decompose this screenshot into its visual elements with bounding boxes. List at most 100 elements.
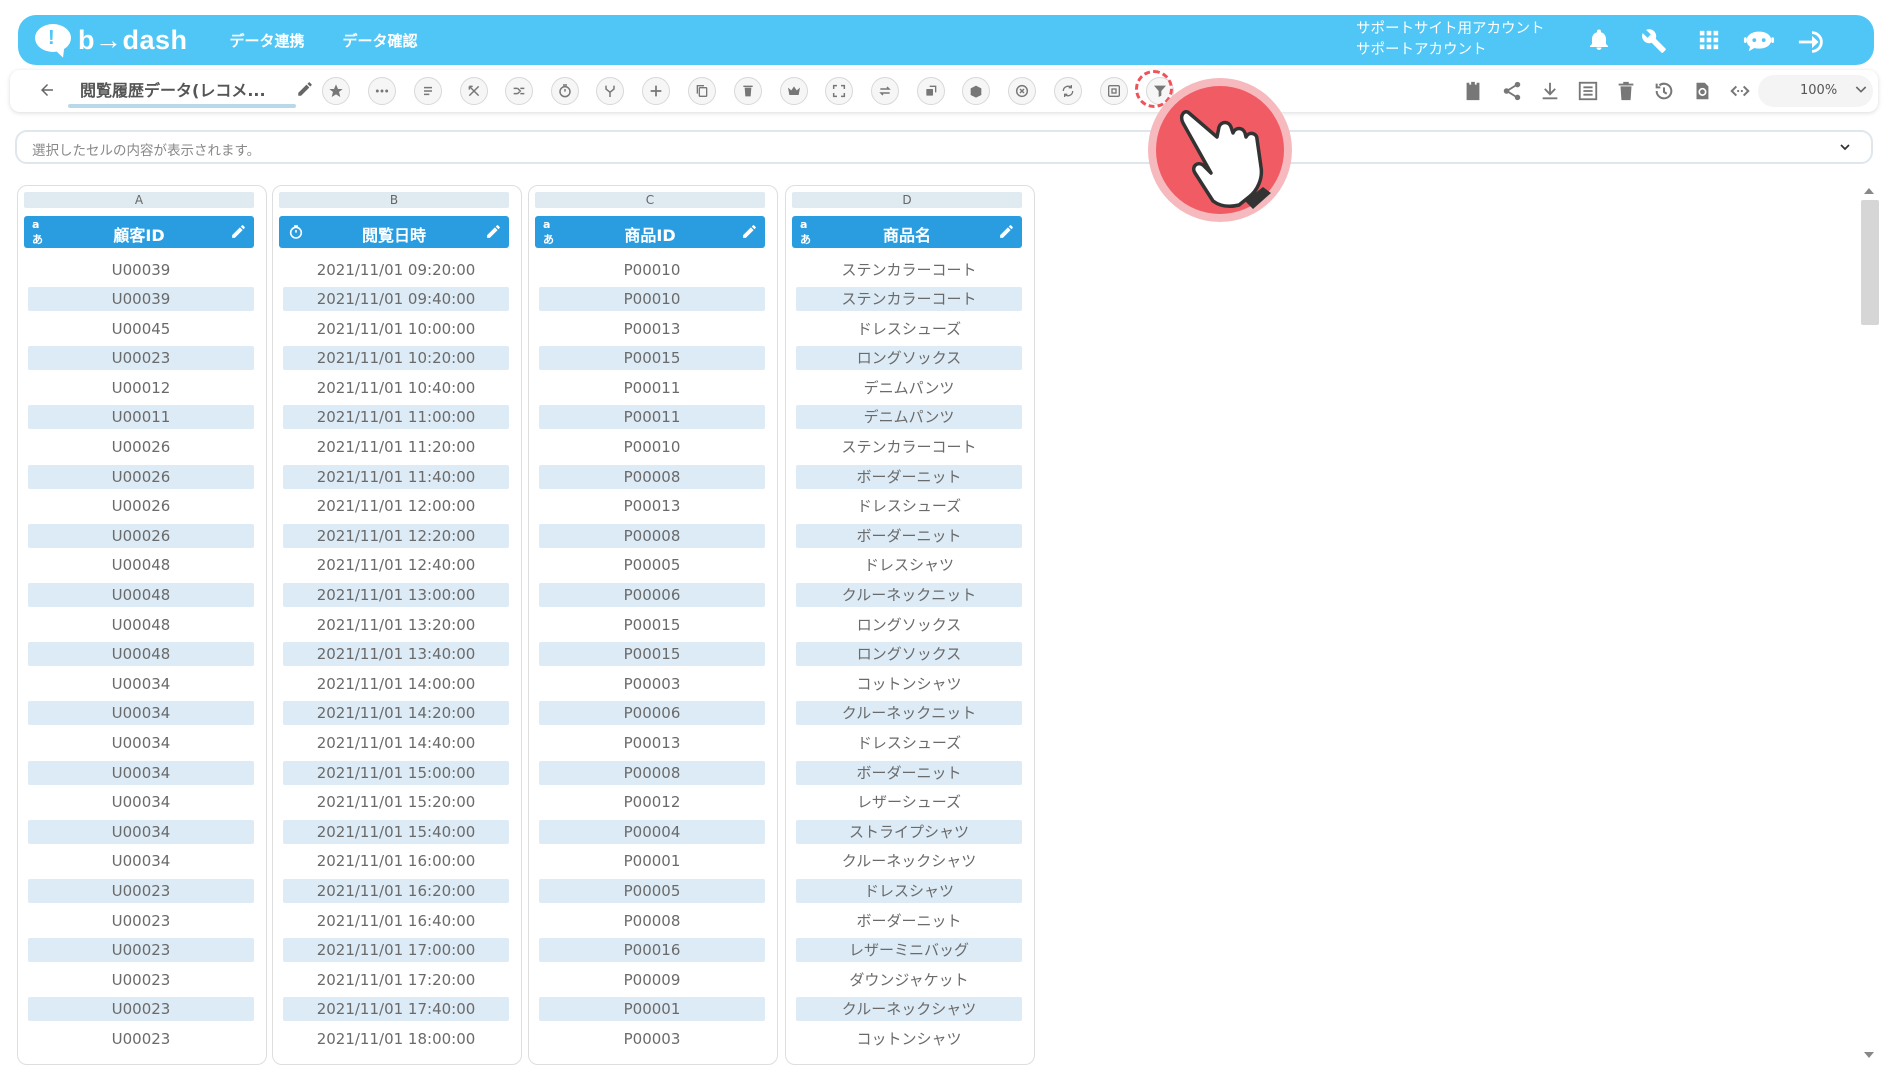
lines-icon[interactable]	[414, 77, 442, 105]
table-row[interactable]: 2021/11/01 14:20:00	[283, 699, 509, 729]
table-row[interactable]: 2021/11/01 15:20:00	[283, 788, 509, 818]
table-row[interactable]: クルーネックシャツ	[796, 847, 1022, 877]
bell-icon[interactable]	[1586, 27, 1612, 53]
table-row[interactable]: P00008	[539, 906, 765, 936]
clipboard-icon[interactable]	[1460, 78, 1486, 104]
table-row[interactable]: P00013	[539, 492, 765, 522]
table-row[interactable]: U00026	[28, 433, 254, 463]
table-row[interactable]: P00005	[539, 876, 765, 906]
table-row[interactable]: U00023	[28, 995, 254, 1025]
table-row[interactable]: U00034	[28, 817, 254, 847]
table-row[interactable]: U00034	[28, 669, 254, 699]
download-icon[interactable]	[1537, 78, 1563, 104]
scroll-down-arrow[interactable]	[1864, 1052, 1874, 1058]
table-row[interactable]: U00011	[28, 403, 254, 433]
table-row[interactable]: P00011	[539, 403, 765, 433]
table-row[interactable]: 2021/11/01 12:00:00	[283, 492, 509, 522]
table-row[interactable]: P00001	[539, 995, 765, 1025]
table-row[interactable]: U00026	[28, 521, 254, 551]
table-row[interactable]: ドレスシューズ	[796, 492, 1022, 522]
table-row[interactable]: P00005	[539, 551, 765, 581]
table-row[interactable]: 2021/11/01 13:20:00	[283, 610, 509, 640]
edit-pencil-icon[interactable]	[485, 223, 502, 240]
table-row[interactable]: ボーダーニット	[796, 521, 1022, 551]
table-row[interactable]: クルーネックシャツ	[796, 995, 1022, 1025]
table-row[interactable]: 2021/11/01 12:20:00	[283, 521, 509, 551]
table-row[interactable]: 2021/11/01 18:00:00	[283, 1024, 509, 1054]
replace-icon[interactable]	[917, 77, 945, 105]
table-row[interactable]: ドレスシャツ	[796, 551, 1022, 581]
share-icon[interactable]	[1499, 78, 1525, 104]
table-row[interactable]: レザーシューズ	[796, 788, 1022, 818]
table-row[interactable]: ボーダーニット	[796, 906, 1022, 936]
list-icon[interactable]	[1575, 78, 1601, 104]
table-row[interactable]: U00048	[28, 581, 254, 611]
convert-icon[interactable]	[1054, 77, 1082, 105]
table-row[interactable]: 2021/11/01 11:00:00	[283, 403, 509, 433]
table-row[interactable]: ダウンジャケット	[796, 965, 1022, 995]
table-row[interactable]: P00006	[539, 581, 765, 611]
table-row[interactable]: クルーネックニット	[796, 581, 1022, 611]
bdash-logo[interactable]: ! b→dash	[35, 24, 188, 60]
edit-pencil-icon[interactable]	[998, 223, 1015, 240]
table-row[interactable]: P00016	[539, 936, 765, 966]
cancel-icon[interactable]	[1008, 77, 1036, 105]
table-row[interactable]: U00039	[28, 255, 254, 285]
scroll-up-arrow[interactable]	[1864, 188, 1874, 194]
box-icon[interactable]	[962, 77, 990, 105]
table-row[interactable]: 2021/11/01 12:40:00	[283, 551, 509, 581]
table-row[interactable]: U00034	[28, 788, 254, 818]
table-row[interactable]: P00013	[539, 314, 765, 344]
table-row[interactable]: P00010	[539, 433, 765, 463]
copy-icon[interactable]	[688, 77, 716, 105]
column-letter[interactable]: A	[24, 192, 254, 208]
back-arrow-icon[interactable]	[36, 79, 58, 101]
table-row[interactable]: ボーダーニット	[796, 758, 1022, 788]
table-row[interactable]: コットンシャツ	[796, 669, 1022, 699]
swap-icon[interactable]	[871, 77, 899, 105]
edit-pencil-icon[interactable]	[230, 223, 247, 240]
table-row[interactable]: ロングソックス	[796, 344, 1022, 374]
table-row[interactable]: ストライプシャツ	[796, 817, 1022, 847]
table-row[interactable]: デニムパンツ	[796, 403, 1022, 433]
column-letter[interactable]: B	[279, 192, 509, 208]
table-row[interactable]: U00045	[28, 314, 254, 344]
table-row[interactable]: P00008	[539, 462, 765, 492]
zoom-select[interactable]: 100%	[1758, 75, 1873, 107]
table-row[interactable]: 2021/11/01 14:00:00	[283, 669, 509, 699]
table-row[interactable]: P00003	[539, 1024, 765, 1054]
chevron-down-icon[interactable]	[1837, 139, 1853, 155]
table-row[interactable]: クルーネックニット	[796, 699, 1022, 729]
table-row[interactable]: デニムパンツ	[796, 373, 1022, 403]
nav-data-integration[interactable]: データ連携	[230, 30, 305, 51]
table-row[interactable]: U00023	[28, 906, 254, 936]
table-row[interactable]: 2021/11/01 13:40:00	[283, 640, 509, 670]
column-header[interactable]: 閲覧日時	[279, 216, 509, 248]
table-row[interactable]: P00001	[539, 847, 765, 877]
table-row[interactable]: 2021/11/01 11:20:00	[283, 433, 509, 463]
table-row[interactable]: 2021/11/01 15:40:00	[283, 817, 509, 847]
table-row[interactable]: U00023	[28, 936, 254, 966]
nav-data-check[interactable]: データ確認	[343, 30, 418, 51]
crown-icon[interactable]	[780, 77, 808, 105]
table-row[interactable]: ドレスシャツ	[796, 876, 1022, 906]
table-row[interactable]: 2021/11/01 09:20:00	[283, 255, 509, 285]
logout-icon[interactable]	[1796, 27, 1828, 57]
table-row[interactable]: U00039	[28, 285, 254, 315]
table-row[interactable]: P00010	[539, 285, 765, 315]
column-letter[interactable]: D	[792, 192, 1022, 208]
table-row[interactable]: U00026	[28, 462, 254, 492]
table-row[interactable]: P00015	[539, 344, 765, 374]
table-row[interactable]: P00008	[539, 521, 765, 551]
table-row[interactable]: ボーダーニット	[796, 462, 1022, 492]
table-row[interactable]: ステンカラーコート	[796, 433, 1022, 463]
table-row[interactable]: 2021/11/01 14:40:00	[283, 729, 509, 759]
table-row[interactable]: 2021/11/01 16:40:00	[283, 906, 509, 936]
refresh-icon[interactable]	[1689, 78, 1715, 104]
table-row[interactable]: U00023	[28, 344, 254, 374]
table-row[interactable]: 2021/11/01 13:00:00	[283, 581, 509, 611]
table-row[interactable]: P00013	[539, 729, 765, 759]
split-icon[interactable]	[460, 77, 488, 105]
table-row[interactable]: U00023	[28, 876, 254, 906]
table-row[interactable]: 2021/11/01 10:00:00	[283, 314, 509, 344]
